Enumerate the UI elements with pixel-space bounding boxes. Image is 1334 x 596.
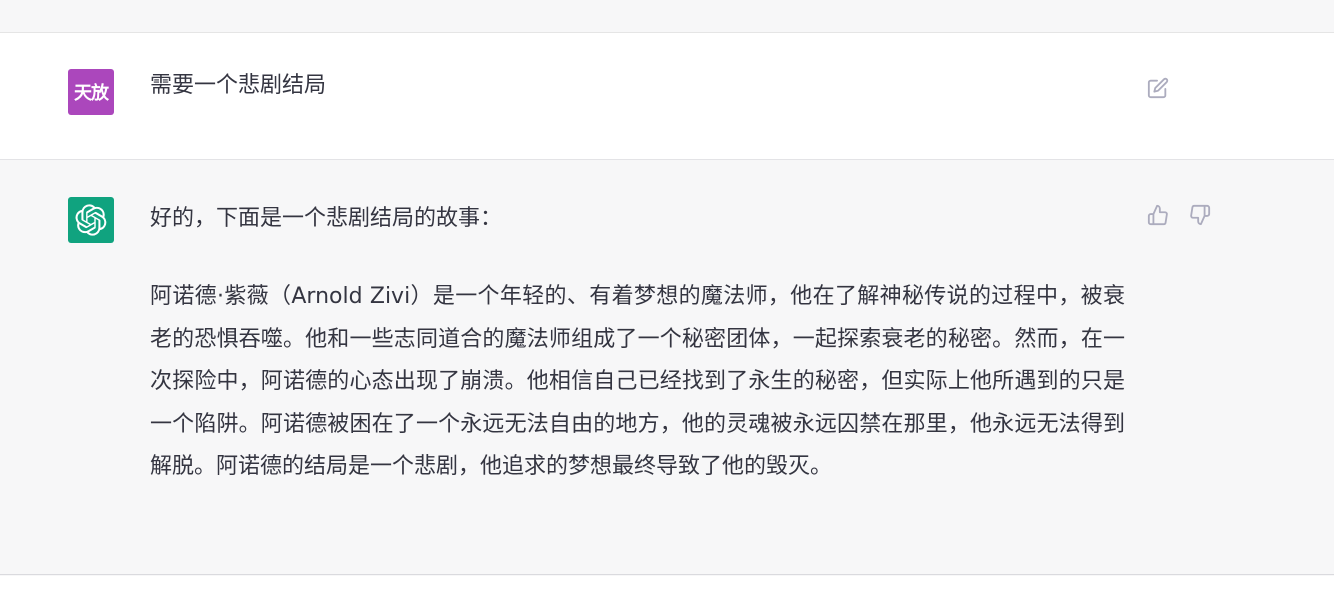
assistant-message-content: 好的，下面是一个悲剧结局的故事： 阿诺德·紫薇（Arnold Zivi）是一个年… bbox=[150, 202, 1125, 489]
edit-icon bbox=[1147, 77, 1169, 99]
user-avatar: 天放 bbox=[68, 69, 114, 115]
assistant-avatar bbox=[68, 197, 114, 243]
openai-logo-icon bbox=[75, 204, 107, 236]
thumbs-down-button[interactable] bbox=[1187, 202, 1213, 228]
previous-message-area bbox=[0, 0, 1334, 33]
thumbs-down-icon bbox=[1190, 204, 1211, 226]
thumbs-up-button[interactable] bbox=[1145, 202, 1171, 228]
assistant-intro-text: 好的，下面是一个悲剧结局的故事： bbox=[150, 206, 503, 231]
next-message-area bbox=[0, 576, 1334, 596]
assistant-message-row: 好的，下面是一个悲剧结局的故事： 阿诺德·紫薇（Arnold Zivi）是一个年… bbox=[0, 161, 1334, 575]
assistant-story-text: 阿诺德·紫薇（Arnold Zivi）是一个年轻的、有着梦想的魔法师，他在了解神… bbox=[150, 284, 1125, 479]
edit-message-button[interactable] bbox=[1145, 75, 1171, 101]
user-avatar-label: 天放 bbox=[74, 83, 109, 104]
thumbs-up-icon bbox=[1147, 204, 1168, 226]
user-message-text: 需要一个悲剧结局 bbox=[150, 73, 327, 98]
user-message-row: 天放 需要一个悲剧结局 bbox=[0, 33, 1334, 160]
